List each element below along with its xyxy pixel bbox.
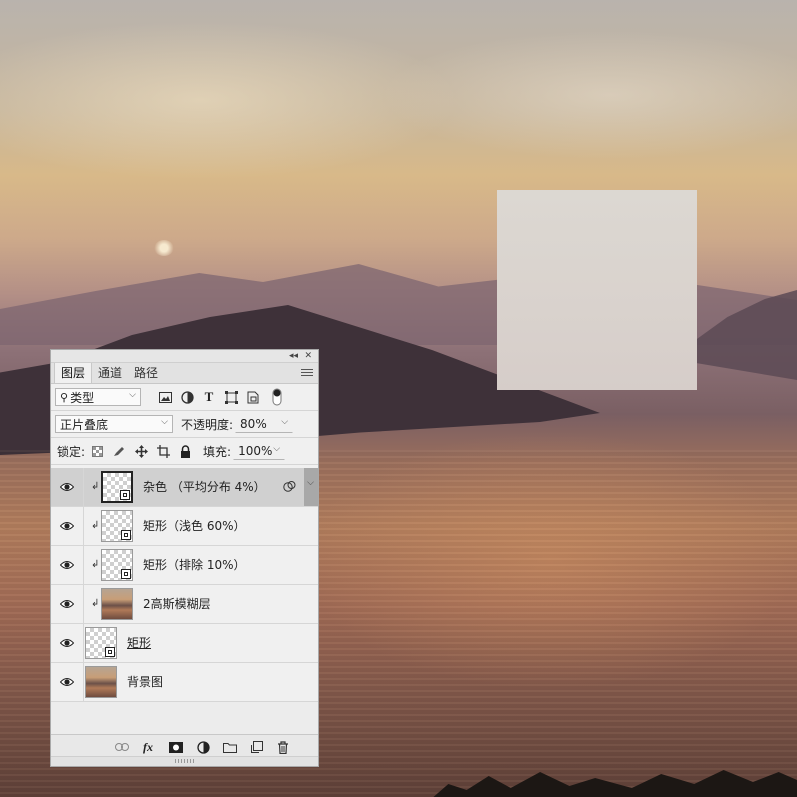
layer-row-rect-exclude[interactable]: ↲ 矩形（排除 10%） [51,546,318,585]
divider [83,507,84,545]
filter-kind-label: 类型 [70,390,95,405]
clip-arrow-icon: ↲ [91,598,100,609]
layer-name[interactable]: 2高斯模糊层 [143,585,211,623]
filter-toggle-icon[interactable] [267,387,287,407]
adjustment-icon[interactable] [197,740,210,754]
divider [83,624,84,662]
panel-tabs: 图层 通道 路径 [51,363,318,384]
chevron-down-icon: ⌵ [129,390,136,400]
sun [154,240,174,256]
smart-object-filter-icon[interactable] [243,387,263,407]
vector-shape-icon [105,647,115,657]
lock-row: 锁定: 填充: 100% ⌵ [51,438,318,465]
fx-label: fx [143,739,153,754]
layer-name[interactable]: 矩形 [127,624,151,662]
layer-row-noise[interactable]: ↲ 杂色 （平均分布 4%） ⌵ [51,468,318,507]
divider [83,468,84,506]
clip-arrow-icon: ↲ [91,481,100,492]
layer-name[interactable]: 矩形（排除 10%） [143,546,246,584]
smart-object-icon [120,490,130,500]
layer-thumbnail[interactable] [101,549,133,581]
layer-thumbnail[interactable] [101,510,133,542]
opacity-field[interactable]: 80% ⌵ [235,415,294,433]
lock-artboard-icon[interactable] [153,441,173,461]
layer-thumbnail[interactable] [101,588,133,620]
fill-value: 100% [238,444,273,458]
fill-label: 填充: [203,444,232,459]
smart-filter-icon[interactable] [283,480,296,493]
chevron-down-icon: ⌵ [281,417,289,427]
eye-icon[interactable] [60,520,74,532]
fill-field[interactable]: 100% ⌵ [233,442,286,460]
blend-row: 正片叠底 ⌵ 不透明度: 80% ⌵ [51,411,318,438]
opacity-value: 80% [240,417,267,431]
filter-kind-dropdown[interactable]: ⚲ 类型 ⌵ [55,388,141,406]
type-filter-icon[interactable]: T [199,387,219,407]
lock-label: 锁定: [57,444,86,459]
rectangle-shape-overlay[interactable] [497,190,697,390]
sky-cloud [380,30,797,160]
layer-row-rect-lighter[interactable]: ↲ 矩形（浅色 60%） [51,507,318,546]
folder-icon[interactable] [223,740,237,754]
layers-list: ↲ 杂色 （平均分布 4%） ⌵ ↲ 矩形（浅色 60%） ↲ 矩形（排除 10… [51,468,318,734]
fx-icon[interactable]: fx [143,740,153,754]
close-icon[interactable]: ✕ [304,350,312,362]
layer-row-background[interactable]: 背景图 [51,663,318,702]
tab-layers[interactable]: 图层 [54,363,93,383]
new-layer-icon[interactable] [251,740,263,754]
mask-icon[interactable] [169,740,183,754]
divider [83,546,84,584]
opacity-label: 不透明度: [181,417,234,432]
lock-transparent-icon[interactable] [87,441,107,461]
panel-title-bar[interactable]: ◂◂ ✕ [51,350,318,363]
blend-mode-value: 正片叠底 [60,417,109,432]
eye-icon[interactable] [60,559,74,571]
layer-name[interactable]: 杂色 （平均分布 4%） [143,468,266,506]
clip-arrow-icon: ↲ [91,520,100,531]
eye-icon[interactable] [60,637,74,649]
chevron-down-icon: ⌵ [273,444,281,454]
layer-thumbnail[interactable] [85,627,117,659]
trash-icon[interactable] [277,740,289,754]
layers-panel: ◂◂ ✕ 图层 通道 路径 ⚲ 类型 ⌵ T 正片叠底 ⌵ 不透明度: 80% … [50,349,319,767]
adjustment-filter-icon[interactable] [177,387,197,407]
vector-shape-icon [121,530,131,540]
eye-icon[interactable] [60,598,74,610]
eye-icon[interactable] [60,481,74,493]
collapse-icon[interactable]: ◂◂ [289,350,298,362]
chevron-down-icon[interactable]: ⌵ [307,478,314,488]
divider [83,663,84,701]
layer-name[interactable]: 矩形（浅色 60%） [143,507,246,545]
search-icon: ⚲ [60,390,69,404]
lock-position-icon[interactable] [131,441,151,461]
pixel-filter-icon[interactable] [155,387,175,407]
lock-pixels-icon[interactable] [109,441,129,461]
layer-row-rect[interactable]: 矩形 [51,624,318,663]
layer-name[interactable]: 背景图 [127,663,163,701]
tab-paths[interactable]: 路径 [128,363,164,383]
vector-shape-icon [121,569,131,579]
lock-all-icon[interactable] [175,441,195,461]
layer-thumbnail[interactable] [85,666,117,698]
tab-channels[interactable]: 通道 [92,363,128,383]
panel-resize-grip[interactable] [51,756,318,766]
filter-row: ⚲ 类型 ⌵ T [51,384,318,411]
layer-row-gaussian-blur[interactable]: ↲ 2高斯模糊层 [51,585,318,624]
layer-thumbnail[interactable] [101,471,133,503]
shape-filter-icon[interactable] [221,387,241,407]
panel-menu-icon[interactable] [301,367,313,378]
link-icon[interactable] [115,740,129,754]
clip-arrow-icon: ↲ [91,559,100,570]
divider [83,585,84,623]
blend-mode-dropdown[interactable]: 正片叠底 ⌵ [55,415,173,433]
chevron-down-icon: ⌵ [161,417,168,427]
eye-icon[interactable] [60,676,74,688]
